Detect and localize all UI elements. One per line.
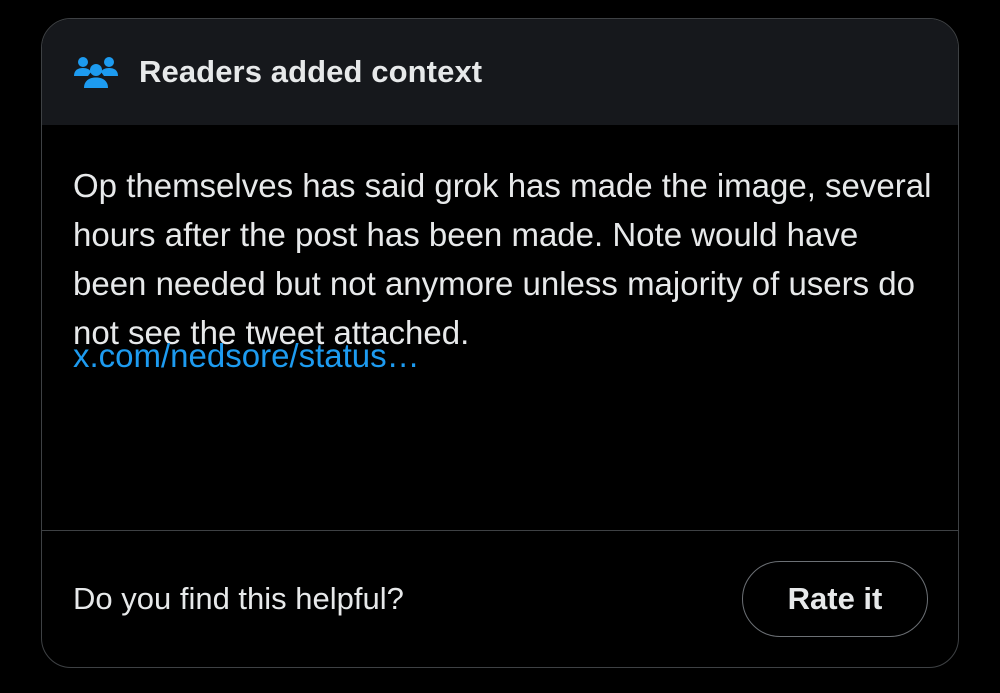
people-group-icon: [73, 55, 119, 91]
note-header: Readers added context: [42, 19, 958, 125]
community-note-card: Readers added context Op themselves has …: [41, 18, 959, 668]
note-header-title: Readers added context: [139, 54, 483, 89]
footer-divider: [42, 530, 958, 531]
note-text: Op themselves has said grok has made the…: [73, 167, 932, 351]
helpful-question: Do you find this helpful?: [73, 581, 404, 616]
source-link[interactable]: x.com/nedsore/status…: [73, 337, 420, 375]
note-body: Op themselves has said grok has made the…: [42, 125, 958, 430]
rate-it-button[interactable]: Rate it: [742, 561, 928, 637]
